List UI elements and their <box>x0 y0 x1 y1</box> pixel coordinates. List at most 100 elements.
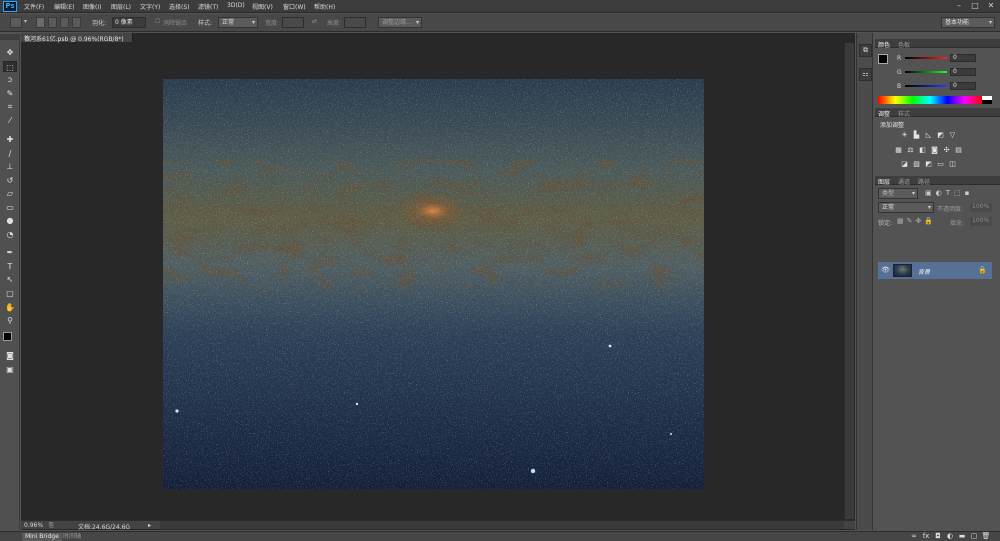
screen-mode-icon[interactable]: ▣ <box>3 364 17 375</box>
quick-mask-icon[interactable]: ◙ <box>3 350 17 361</box>
eraser-tool-icon[interactable]: ▱ <box>3 188 17 199</box>
fill-field[interactable]: 100% <box>970 217 992 226</box>
zoom-tool-icon[interactable]: ⚲ <box>3 315 17 326</box>
maximize-icon[interactable]: □ <box>968 1 982 11</box>
menu-help[interactable]: 帮助(H) <box>314 2 335 11</box>
curves-icon[interactable]: ◺ <box>924 131 933 139</box>
menu-3d[interactable]: 3D(D) <box>227 2 245 9</box>
tool-preset-picker[interactable] <box>10 17 22 28</box>
threshold-icon[interactable]: ◩ <box>924 160 933 168</box>
vibrance-icon[interactable]: ▽ <box>948 131 957 139</box>
status-menu-arrow-icon[interactable]: ▸ <box>148 522 151 529</box>
color-lookup-icon[interactable]: ▤ <box>954 146 963 154</box>
channel-g-value[interactable]: 0 <box>950 68 976 76</box>
delete-layer-icon[interactable]: 🗑 <box>981 532 991 541</box>
tab-styles[interactable]: 样式 <box>898 109 910 118</box>
chevron-down-icon[interactable]: ▾ <box>24 18 27 25</box>
width-field[interactable] <box>282 17 304 28</box>
properties-panel-icon[interactable]: ⚏ <box>859 68 872 81</box>
new-group-icon[interactable]: ▬ <box>957 532 967 541</box>
blend-mode-select[interactable]: 正常 <box>878 202 934 213</box>
exposure-icon[interactable]: ◩ <box>936 131 945 139</box>
eye-icon[interactable]: 👁 <box>881 266 890 274</box>
close-icon[interactable]: ✕ <box>984 1 998 11</box>
close-tab-icon[interactable]: × <box>24 34 29 41</box>
horizontal-scrollbar[interactable] <box>160 521 844 529</box>
tab-layers[interactable]: 图层 <box>878 177 890 186</box>
subtract-selection-icon[interactable] <box>60 17 69 28</box>
export-icon[interactable]: ⎘ <box>49 522 54 530</box>
pen-tool-icon[interactable]: ✒ <box>3 247 17 258</box>
hue-saturation-icon[interactable]: ▦ <box>894 146 903 154</box>
blur-tool-icon[interactable]: ● <box>3 215 17 226</box>
tab-mini-bridge[interactable]: Mini Bridge <box>22 533 62 541</box>
rectangle-tool-icon[interactable]: ▢ <box>3 288 17 299</box>
tab-adjustments[interactable]: 调整 <box>878 109 890 118</box>
tab-channels[interactable]: 通道 <box>898 177 910 186</box>
channel-b-slider[interactable] <box>905 85 947 87</box>
channel-b-value[interactable]: 0 <box>950 82 976 90</box>
color-spectrum-bar[interactable] <box>878 96 982 104</box>
menu-image[interactable]: 图像(I) <box>83 2 101 11</box>
menu-select[interactable]: 选择(S) <box>169 2 190 11</box>
eyedropper-tool-icon[interactable]: ⁄ <box>3 115 17 126</box>
new-layer-icon[interactable]: ▢ <box>969 532 979 541</box>
intersect-selection-icon[interactable] <box>72 17 81 28</box>
height-field[interactable] <box>344 17 366 28</box>
gradient-map-icon[interactable]: ▭ <box>936 160 945 168</box>
color-balance-icon[interactable]: ⚖ <box>906 146 915 154</box>
layer-row[interactable]: 👁 背景 🔒 <box>878 262 992 279</box>
style-select[interactable]: 正常 <box>218 17 258 28</box>
menu-view[interactable]: 视图(V) <box>252 2 273 11</box>
path-select-tool-icon[interactable]: ↖ <box>3 274 17 285</box>
clone-stamp-tool-icon[interactable]: ⊥ <box>3 161 17 172</box>
levels-icon[interactable]: ▙ <box>912 131 921 139</box>
toolbox-grip[interactable] <box>0 34 20 40</box>
workspace-select[interactable]: 基本功能 <box>941 17 995 28</box>
layer-name[interactable]: 背景 <box>918 267 930 276</box>
add-selection-icon[interactable] <box>48 17 57 28</box>
healing-brush-tool-icon[interactable]: ✚ <box>3 134 17 145</box>
brightness-icon[interactable]: ☀ <box>900 131 909 139</box>
channel-r-value[interactable]: 0 <box>950 54 976 62</box>
type-tool-icon[interactable]: T <box>3 261 17 272</box>
menu-file[interactable]: 文件(F) <box>24 2 44 11</box>
document-tab[interactable]: 银河系61亿.psb @ 0.96%(RGB/8*) × <box>21 33 133 43</box>
selective-color-icon[interactable]: ◫ <box>948 160 957 168</box>
layer-style-icon[interactable]: fx <box>921 532 931 541</box>
foreground-color-swatch[interactable] <box>3 332 12 341</box>
tab-timeline[interactable]: 时间轴 <box>60 533 84 541</box>
swap-icon[interactable]: ⇄ <box>312 18 317 25</box>
image-canvas[interactable] <box>163 79 704 489</box>
adjustment-layer-icon[interactable]: ◐ <box>945 532 955 541</box>
history-brush-tool-icon[interactable]: ↺ <box>3 175 17 186</box>
quick-select-tool-icon[interactable]: ✎ <box>3 88 17 99</box>
zoom-level[interactable]: 0.96% <box>24 522 43 529</box>
marquee-tool-icon[interactable]: ⬚ <box>3 61 17 72</box>
refine-edge-button[interactable]: 调整边缘... <box>378 17 422 28</box>
layer-filter-select[interactable]: 类型 <box>878 188 918 199</box>
minimize-icon[interactable]: – <box>952 1 966 11</box>
menu-filter[interactable]: 滤镜(T) <box>198 2 218 11</box>
history-panel-icon[interactable]: ⧉ <box>859 44 872 57</box>
crop-tool-icon[interactable]: ⌗ <box>3 101 17 112</box>
channel-mixer-icon[interactable]: ✣ <box>942 146 951 154</box>
photo-filter-icon[interactable]: ◙ <box>930 146 939 154</box>
feather-field[interactable]: 0 像素 <box>112 17 146 28</box>
layer-mask-icon[interactable]: ◘ <box>933 532 943 541</box>
tab-swatches[interactable]: 色板 <box>898 40 910 49</box>
dodge-tool-icon[interactable]: ◔ <box>3 229 17 240</box>
color-panel-foreground-swatch[interactable] <box>878 54 888 64</box>
black-white-ramp[interactable] <box>982 96 992 104</box>
menu-layer[interactable]: 图层(L) <box>111 2 131 11</box>
invert-icon[interactable]: ◪ <box>900 160 909 168</box>
menu-window[interactable]: 窗口(W) <box>283 2 306 11</box>
vertical-scrollbar[interactable] <box>844 43 854 519</box>
channel-r-slider[interactable] <box>905 57 947 59</box>
layer-filter-icons[interactable]: ▣◐T⬚▪ <box>925 189 973 197</box>
link-layers-icon[interactable]: ∞ <box>909 532 919 541</box>
new-selection-icon[interactable] <box>36 17 45 28</box>
opacity-field[interactable]: 100% <box>970 203 992 212</box>
menu-type[interactable]: 文字(Y) <box>140 2 160 11</box>
posterize-icon[interactable]: ▧ <box>912 160 921 168</box>
